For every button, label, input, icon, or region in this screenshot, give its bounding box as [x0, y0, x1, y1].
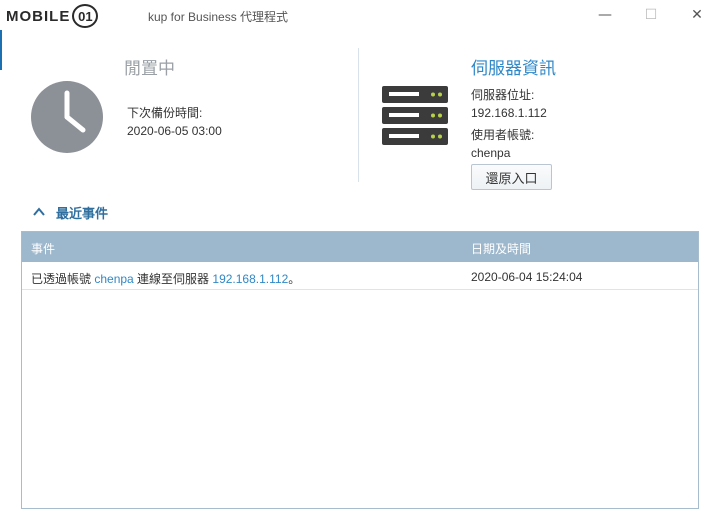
event-server-ip: 192.168.1.112 [212, 272, 289, 286]
next-backup-value: 2020-06-05 03:00 [127, 124, 222, 138]
table-row[interactable]: 已透過帳號 chenpa 連線至伺服器 192.168.1.112。 2020-… [22, 262, 698, 290]
user-account-value: chenpa [471, 146, 511, 160]
server-address-value: 192.168.1.112 [471, 106, 547, 120]
status-title: 閒置中 [124, 59, 175, 79]
server-icon [382, 86, 448, 145]
table-header: 事件 日期及時間 [22, 232, 698, 262]
logo: MOBILE 01 [6, 4, 99, 28]
event-text-suffix: 。 [288, 272, 301, 286]
event-description: 已透過帳號 chenpa 連線至伺服器 192.168.1.112。 [31, 270, 300, 287]
window-edge [0, 30, 2, 70]
clock-icon [31, 81, 103, 153]
events-table: 事件 日期及時間 已透過帳號 chenpa 連線至伺服器 192.168.1.1… [21, 231, 699, 509]
recent-events-title: 最近事件 [56, 206, 109, 222]
column-header-event[interactable]: 事件 [31, 240, 55, 257]
close-button[interactable]: ✕ [674, 2, 720, 28]
logo-text: MOBILE [6, 7, 71, 25]
section-divider [358, 48, 359, 182]
minimize-button[interactable]: — [582, 2, 628, 28]
title-bar: MOBILE 01 kup for Business 代理程式 — ☐ ✕ [0, 0, 720, 30]
event-text-middle: 連線至伺服器 [133, 272, 213, 286]
event-user: chenpa [94, 272, 134, 286]
event-text-prefix: 已透過帳號 [31, 272, 95, 286]
server-info-title: 伺服器資訊 [471, 59, 556, 79]
recent-events-toggle[interactable]: 最近事件 [32, 202, 108, 222]
user-account-label: 使用者帳號: [471, 128, 535, 142]
maximize-button[interactable]: ☐ [628, 2, 674, 28]
logo-badge: 01 [72, 4, 99, 28]
next-backup-label: 下次備份時間: [127, 106, 203, 120]
window-title: kup for Business 代理程式 [148, 10, 289, 24]
column-header-datetime[interactable]: 日期及時間 [471, 240, 531, 257]
server-address-label: 伺服器位址: [471, 88, 535, 102]
restore-portal-button[interactable]: 還原入口 [471, 164, 552, 190]
event-datetime: 2020-06-04 15:24:04 [471, 270, 583, 284]
chevron-up-icon [33, 207, 45, 216]
